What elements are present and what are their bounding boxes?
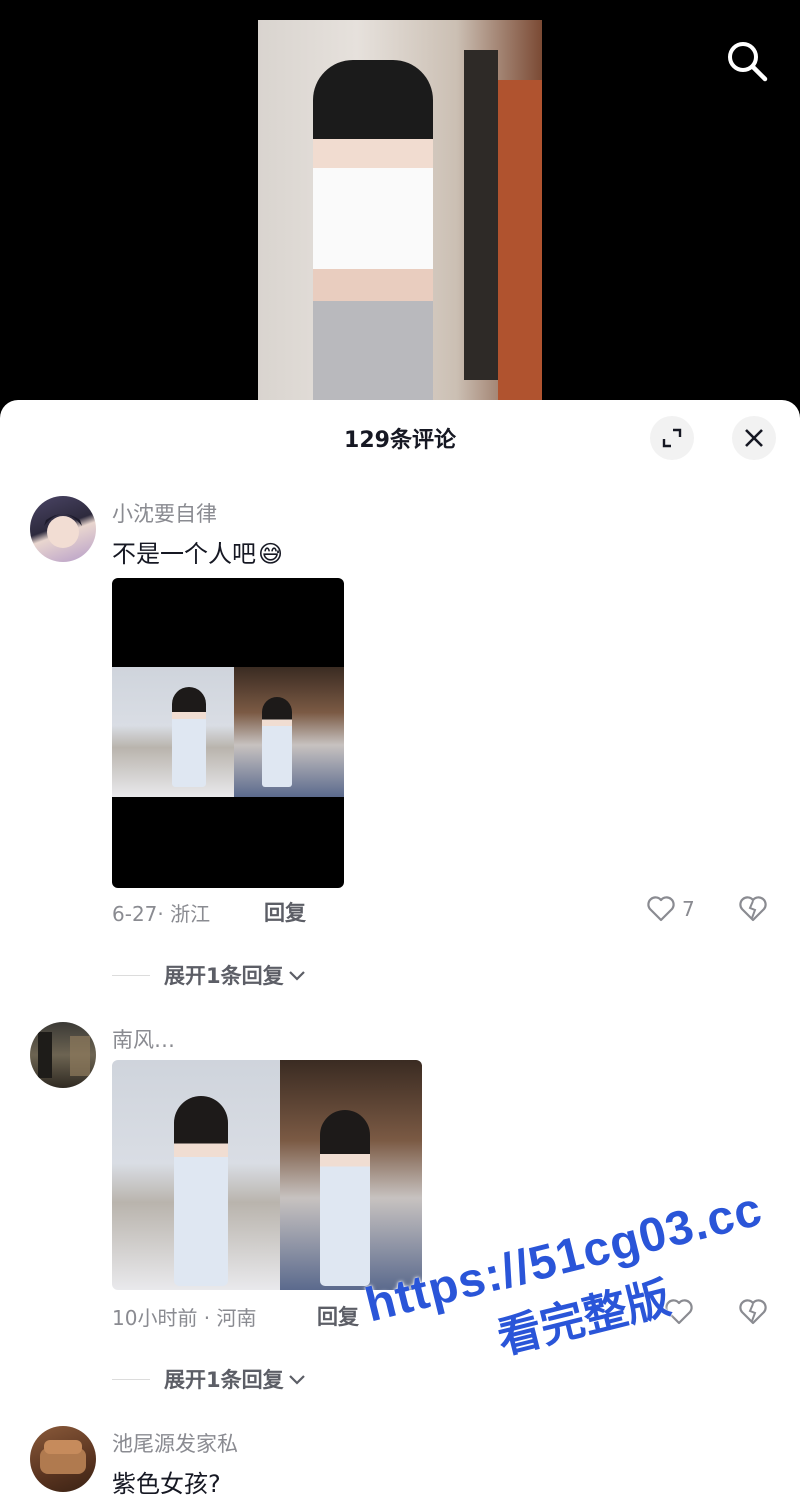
expand-button[interactable] (650, 416, 694, 460)
video-wall (498, 80, 542, 400)
like-button[interactable]: 7 (646, 895, 695, 923)
comment-username[interactable]: 池尾源发家私 (112, 1428, 238, 1458)
avatar[interactable] (30, 1022, 96, 1088)
video-frame (258, 20, 542, 412)
video-door (464, 50, 498, 380)
expand-replies-label: 展开1条回复 (164, 964, 284, 988)
expand-replies-button[interactable]: 展开1条回复 (112, 1364, 308, 1394)
comment-username[interactable]: 小沈要自律 (112, 498, 217, 528)
chevron-down-icon (288, 971, 305, 981)
comment-text: 紫色女孩? (112, 1470, 221, 1498)
video-player[interactable] (0, 0, 800, 420)
broken-heart-icon (739, 896, 767, 922)
video-person (313, 60, 433, 412)
like-count: 7 (682, 897, 695, 921)
avatar[interactable] (30, 1426, 96, 1492)
expand-icon (662, 428, 682, 448)
comment-username[interactable]: 南风… (112, 1024, 175, 1054)
expand-replies-button[interactable]: 展开1条回复 (112, 960, 308, 990)
reply-button[interactable]: 回复 (317, 1301, 359, 1331)
comment-image[interactable] (112, 1060, 422, 1290)
chevron-down-icon (288, 1375, 305, 1385)
avatar[interactable] (30, 496, 96, 562)
divider-line (112, 974, 150, 976)
comment-meta: 10小时前 · 河南 (112, 1306, 257, 1330)
heart-icon (647, 896, 675, 922)
expand-replies-label: 展开1条回复 (164, 1368, 284, 1392)
comment-text-body: 不是一个人吧 (112, 540, 256, 568)
comment-image[interactable] (112, 578, 344, 888)
comment-meta: 6-27· 浙江 (112, 902, 211, 926)
sweat-smile-emoji: 😅 (258, 540, 284, 568)
close-button[interactable] (732, 416, 776, 460)
close-icon (745, 429, 763, 447)
search-button[interactable] (722, 36, 772, 86)
reply-button[interactable]: 回复 (264, 897, 306, 927)
dislike-button[interactable] (738, 895, 768, 927)
search-icon (728, 42, 768, 82)
divider-line (112, 1378, 150, 1380)
comment-text: 不是一个人吧😅 (112, 534, 283, 569)
comment-image-collage (112, 667, 344, 797)
